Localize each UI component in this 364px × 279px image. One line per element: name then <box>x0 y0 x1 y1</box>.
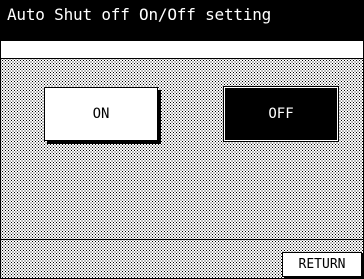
on-button[interactable]: ON <box>44 87 158 141</box>
auto-shutoff-screen: Auto Shut off On/Off setting ON OFF RETU… <box>0 0 364 279</box>
page-title: Auto Shut off On/Off setting <box>1 1 363 41</box>
setting-panel <box>1 58 363 240</box>
off-button[interactable]: OFF <box>223 86 339 142</box>
return-button[interactable]: RETURN <box>282 252 362 277</box>
